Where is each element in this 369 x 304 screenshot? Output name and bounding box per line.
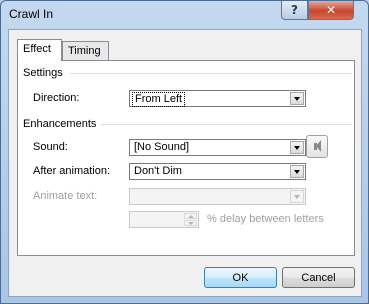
speaker-cone-icon	[316, 140, 321, 152]
sound-value: [No Sound]	[134, 141, 190, 153]
direction-dropdown[interactable]: From Left	[129, 90, 306, 107]
cancel-button-label: Cancel	[301, 271, 336, 284]
after-animation-dropdown-button[interactable]	[290, 165, 304, 178]
settings-divider	[70, 73, 352, 74]
title-bar[interactable]: Crawl In ? ✕	[1, 1, 368, 28]
ok-button-label: OK	[232, 271, 249, 284]
sound-label: Sound:	[33, 141, 68, 153]
enhancements-group-title: Enhancements	[23, 118, 97, 130]
direction-label: Direction:	[33, 92, 80, 104]
after-animation-dropdown[interactable]: Don't Dim	[129, 163, 306, 180]
after-animation-value: Don't Dim	[134, 165, 182, 177]
delay-spinner-buttons	[184, 213, 197, 226]
enhancements-divider	[101, 124, 352, 125]
dialog-client-area: Timing Effect Settings Direction: From L…	[8, 29, 362, 297]
chevron-down-icon	[294, 146, 300, 150]
delay-label: % delay between letters	[207, 213, 324, 225]
dialog-window: Crawl In ? ✕ Timing Effect Settings Dire…	[0, 0, 369, 304]
sound-dropdown-button[interactable]	[290, 141, 304, 154]
spin-up-button[interactable]	[184, 213, 197, 219]
dialog-title: Crawl In	[9, 7, 54, 21]
tab-effect[interactable]: Effect	[17, 39, 62, 61]
chevron-down-icon	[294, 170, 300, 174]
effect-tab-panel: Settings Direction: From Left Enhancemen…	[17, 60, 355, 256]
help-button[interactable]: ?	[281, 1, 308, 20]
tab-effect-label: Effect	[23, 43, 51, 55]
help-icon: ?	[291, 3, 298, 17]
animate-text-label: Animate text:	[33, 190, 98, 202]
cancel-button[interactable]: Cancel	[282, 267, 355, 288]
animate-text-dropdown[interactable]	[129, 188, 306, 205]
settings-group-title: Settings	[23, 67, 63, 79]
close-button[interactable]: ✕	[308, 1, 354, 20]
delay-spinner[interactable]	[129, 211, 199, 228]
animate-text-dropdown-button[interactable]	[290, 190, 304, 203]
chevron-down-icon	[294, 195, 300, 199]
chevron-down-icon	[294, 97, 300, 101]
sound-dropdown[interactable]: [No Sound]	[129, 139, 306, 156]
spin-down-button[interactable]	[184, 220, 197, 226]
direction-dropdown-button[interactable]	[290, 92, 304, 105]
tab-timing-label: Timing	[68, 45, 101, 57]
direction-value: From Left	[132, 92, 186, 107]
ok-button[interactable]: OK	[204, 267, 277, 288]
sound-settings-button[interactable]	[306, 135, 328, 158]
tab-timing[interactable]: Timing	[62, 41, 109, 61]
after-animation-label: After animation:	[33, 165, 111, 177]
close-icon: ✕	[325, 3, 337, 17]
